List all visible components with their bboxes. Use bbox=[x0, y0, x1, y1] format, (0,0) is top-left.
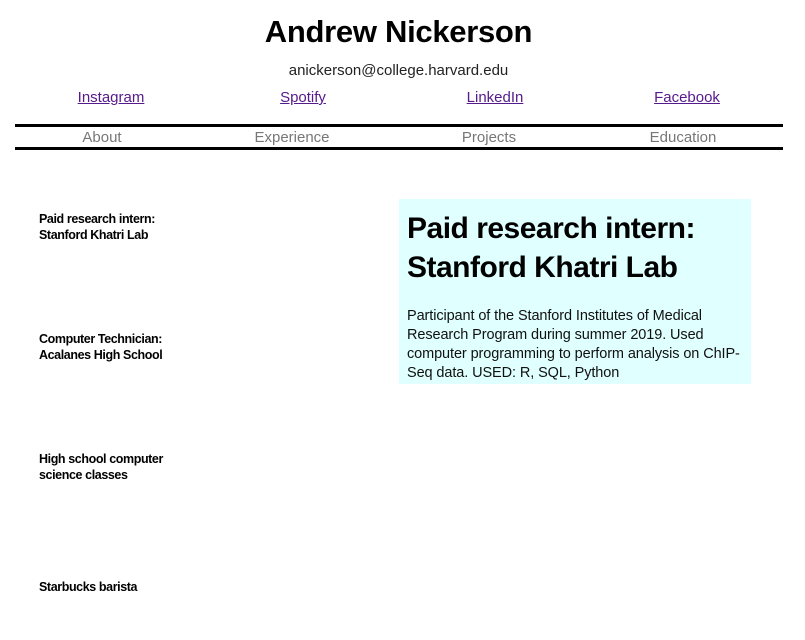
spotify-link[interactable]: Spotify bbox=[280, 89, 326, 106]
experience-detail-panel: Paid research intern: Stanford Khatri La… bbox=[399, 199, 751, 384]
experience-item-technician[interactable]: Computer Technician: Acalanes High Schoo… bbox=[39, 331, 179, 363]
nav-item-about[interactable]: About bbox=[82, 129, 121, 146]
instagram-link[interactable]: Instagram bbox=[78, 89, 145, 106]
nav-item-projects[interactable]: Projects bbox=[462, 129, 516, 146]
facebook-link[interactable]: Facebook bbox=[654, 89, 720, 106]
experience-detail-title: Paid research intern: Stanford Khatri La… bbox=[407, 212, 695, 284]
email-address: anickerson@college.harvard.edu bbox=[288, 62, 509, 79]
nav-item-experience[interactable]: Experience bbox=[254, 129, 329, 146]
page: Andrew Nickerson anickerson@college.harv… bbox=[0, 0, 805, 640]
experience-item-barista[interactable]: Starbucks barista bbox=[39, 579, 179, 595]
experience-detail-description: Participant of the Stanford Institutes o… bbox=[407, 308, 740, 381]
nav-item-education[interactable]: Education bbox=[650, 129, 717, 146]
experience-item-stanford[interactable]: Paid research intern: Stanford Khatri La… bbox=[39, 211, 179, 243]
nav-bottom-divider bbox=[15, 147, 783, 150]
linkedin-link[interactable]: LinkedIn bbox=[467, 89, 524, 106]
nav-top-divider bbox=[15, 124, 783, 127]
experience-item-cs-classes[interactable]: High school computer science classes bbox=[39, 451, 179, 483]
page-title: Andrew Nickerson bbox=[264, 14, 533, 49]
